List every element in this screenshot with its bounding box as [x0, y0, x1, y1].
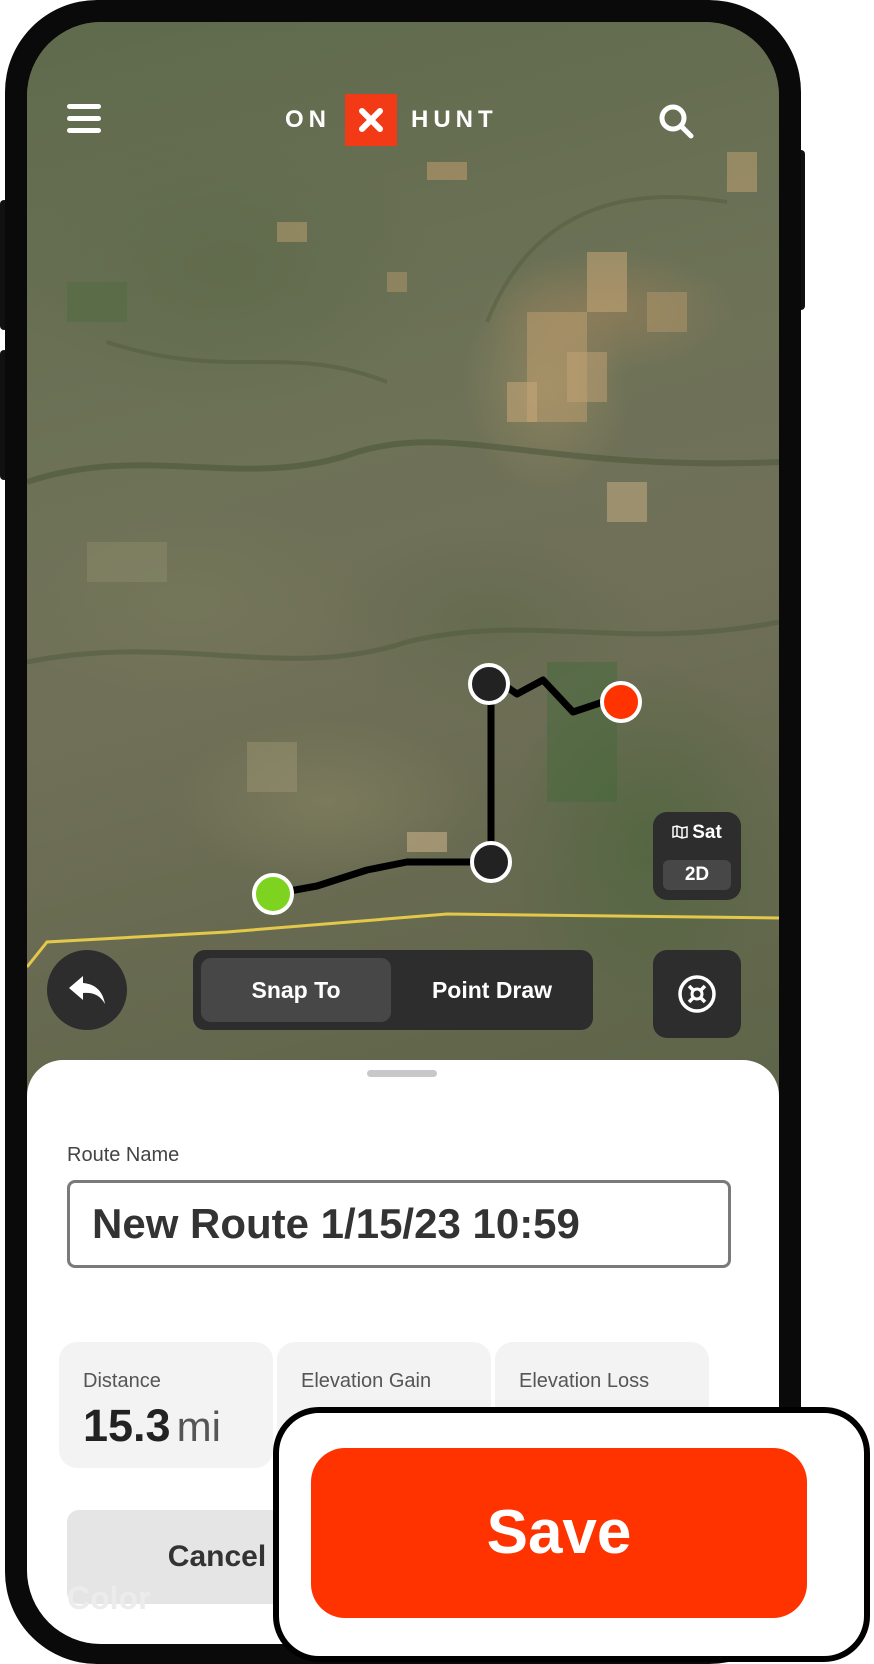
stat-label: Elevation Loss	[519, 1370, 650, 1392]
logo-text-right: HUNT	[411, 106, 498, 133]
route-name-label: Route Name	[67, 1144, 180, 1166]
map-layer-label: Sat	[692, 822, 722, 843]
stat-value: 15.3	[83, 1400, 171, 1451]
draw-mode-segmented-control: Snap To Point Draw	[193, 950, 593, 1030]
save-callout: Save	[273, 1407, 870, 1662]
sheet-drag-handle[interactable]	[367, 1070, 437, 1077]
color-section-label: Color	[67, 1580, 151, 1616]
save-button[interactable]: Save	[311, 1448, 807, 1618]
hamburger-icon[interactable]	[67, 104, 103, 134]
stat-label: Elevation Gain	[301, 1370, 432, 1392]
undo-button[interactable]	[47, 950, 127, 1030]
stat-label: Distance	[83, 1370, 161, 1392]
phone-screen: ON HUNT Sat 2D Snap To Point Draw Route …	[27, 22, 779, 1644]
undo-icon	[69, 976, 105, 1004]
route-waypoint[interactable]	[470, 841, 512, 883]
compass-button[interactable]	[653, 950, 741, 1038]
distance-stat-card: Distance 15.3 mi	[59, 1342, 273, 1468]
map-icon	[672, 825, 688, 839]
route-end-point[interactable]	[600, 681, 642, 723]
point-draw-tab[interactable]: Point Draw	[397, 958, 587, 1022]
map-mode-toggle[interactable]: 2D	[663, 860, 731, 890]
search-icon[interactable]	[657, 102, 695, 140]
onx-hunt-logo: ON HUNT	[285, 94, 498, 146]
map-layer-button[interactable]: Sat 2D	[653, 812, 741, 900]
snap-to-tab[interactable]: Snap To	[201, 958, 391, 1022]
logo-text-left: ON	[285, 106, 331, 133]
compass-icon	[678, 975, 716, 1013]
logo-x-mark	[345, 94, 397, 146]
route-start-point[interactable]	[252, 873, 294, 915]
stat-unit: mi	[176, 1403, 221, 1450]
route-waypoint[interactable]	[468, 663, 510, 705]
route-name-input[interactable]	[67, 1180, 731, 1268]
